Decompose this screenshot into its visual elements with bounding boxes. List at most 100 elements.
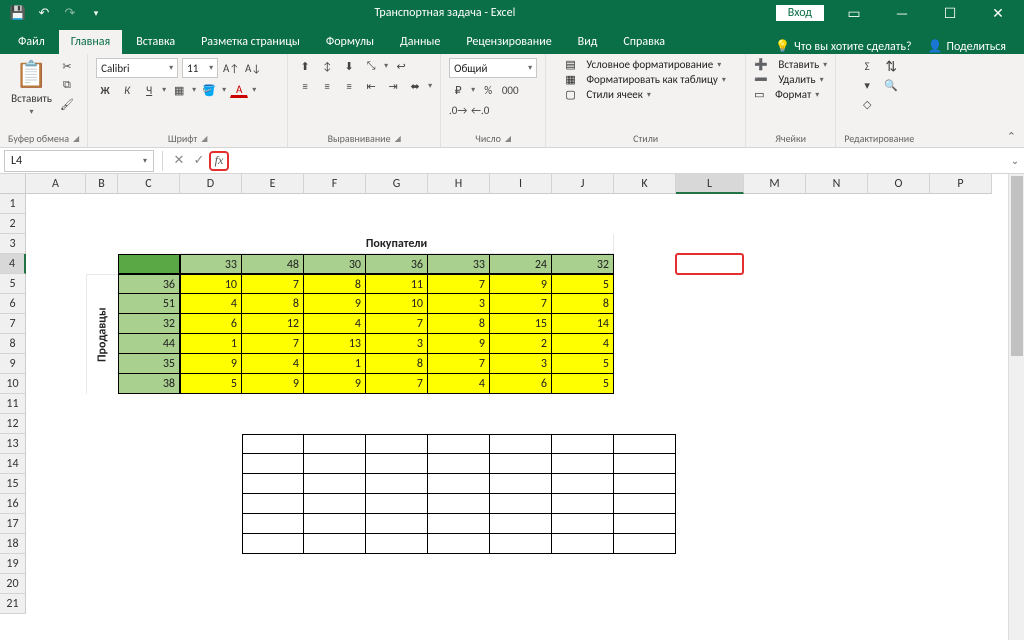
row-header[interactable]: 11 [0,394,26,414]
sellers-label[interactable]: Продавцы [86,274,118,394]
cell[interactable] [428,454,490,474]
ribbon-mode-icon[interactable]: ▭ [836,5,872,22]
row-header[interactable]: 2 [0,214,26,234]
signin-button[interactable]: Вход [776,5,824,21]
indent-decrease-icon[interactable]: ⇤ [362,78,380,94]
cell[interactable] [242,474,304,494]
column-header[interactable]: F [304,174,366,194]
cell[interactable]: 7 [490,294,552,314]
cell[interactable] [366,434,428,454]
cell[interactable]: 36 [366,254,428,274]
cell[interactable] [614,514,676,534]
row-header[interactable]: 12 [0,414,26,434]
format-painter-icon[interactable]: 🖌 [58,96,76,112]
cell[interactable]: 5 [552,354,614,374]
cell[interactable] [614,454,676,474]
expand-formula-bar-icon[interactable]: ⌄ [1006,154,1024,167]
cell[interactable] [304,534,366,554]
cell[interactable] [242,494,304,514]
cell[interactable]: 9 [180,354,242,374]
row-header[interactable]: 7 [0,314,26,334]
cell[interactable] [304,514,366,534]
underline-button[interactable]: Ч [140,82,158,98]
cell[interactable]: 24 [490,254,552,274]
wrap-text-icon[interactable]: ↩ [392,58,410,74]
cell[interactable]: 11 [366,274,428,294]
cell[interactable] [428,474,490,494]
cell[interactable]: 1 [304,354,366,374]
cell[interactable]: 5 [180,374,242,394]
cell[interactable] [366,474,428,494]
formula-input[interactable] [229,150,1006,172]
row-header[interactable]: 3 [0,234,26,254]
tab-file[interactable]: Файл [6,30,57,54]
cell[interactable]: 9 [428,334,490,354]
tell-me-search[interactable]: 💡 Что вы хотите сделать? [775,39,911,54]
align-top-icon[interactable]: ⬆ [296,58,314,74]
cell[interactable]: 9 [304,374,366,394]
column-header[interactable]: O [868,174,930,194]
cell[interactable]: 7 [242,274,304,294]
cell[interactable] [366,454,428,474]
cell[interactable] [552,514,614,534]
scrollbar-thumb[interactable] [1011,176,1023,356]
cell[interactable] [428,514,490,534]
cell[interactable] [490,514,552,534]
cut-icon[interactable]: ✂ [58,58,76,74]
cell[interactable]: 33 [180,254,242,274]
row-header[interactable]: 1 [0,194,26,214]
cell[interactable] [118,254,180,274]
cell[interactable] [490,474,552,494]
cell[interactable]: 4 [242,354,304,374]
cell[interactable] [242,514,304,534]
vertical-scrollbar[interactable] [1008,174,1024,640]
row-header[interactable]: 18 [0,534,26,554]
cell[interactable]: 30 [304,254,366,274]
italic-button[interactable]: К [118,82,136,98]
minimize-button[interactable]: — [884,5,920,22]
row-header[interactable]: 19 [0,554,26,574]
cell[interactable]: 6 [490,374,552,394]
row-header[interactable]: 21 [0,594,26,614]
format-as-table-button[interactable]: ▦ Форматировать как таблицу▾ [565,73,725,86]
tab-view[interactable]: Вид [566,30,610,54]
cell[interactable]: 3 [490,354,552,374]
cell[interactable]: 8 [304,274,366,294]
cell[interactable]: 44 [118,334,180,354]
tab-page-layout[interactable]: Разметка страницы [189,30,312,54]
dialog-launcher-icon[interactable]: ◢ [395,134,401,144]
cell[interactable]: 33 [428,254,490,274]
align-center-icon[interactable]: ≡ [318,78,336,94]
column-header[interactable]: P [930,174,992,194]
column-header[interactable]: M [744,174,806,194]
currency-icon[interactable]: ₽ [449,82,467,98]
cell[interactable]: 1 [180,334,242,354]
undo-icon[interactable]: ↶ [36,5,52,21]
copy-icon[interactable]: ⧉ [58,77,76,93]
cell[interactable]: 4 [180,294,242,314]
increase-decimal-icon[interactable]: .0→ [449,102,467,118]
cell[interactable] [614,534,676,554]
insert-cells-button[interactable]: ➕ Вставить▾ [754,58,827,71]
delete-cells-button[interactable]: ➖ Удалить▾ [754,73,823,86]
column-header[interactable]: L [676,174,744,194]
cell[interactable] [614,434,676,454]
row-header[interactable]: 14 [0,454,26,474]
column-header[interactable]: N [806,174,868,194]
cell[interactable]: 2 [490,334,552,354]
row-header[interactable]: 8 [0,334,26,354]
cell[interactable] [552,474,614,494]
row-header[interactable]: 17 [0,514,26,534]
conditional-format-button[interactable]: ▤ Условное форматирование▾ [565,58,721,71]
cell[interactable] [490,434,552,454]
clear-icon[interactable]: ◇ [858,96,876,112]
row-header[interactable]: 5 [0,274,26,294]
tab-home[interactable]: Главная [59,30,122,54]
cell[interactable]: 8 [428,314,490,334]
share-button[interactable]: 👤 Поделиться [928,39,1006,54]
cell[interactable]: 32 [118,314,180,334]
cell[interactable]: 7 [366,374,428,394]
cell[interactable]: 35 [118,354,180,374]
cell[interactable]: 3 [366,334,428,354]
cell[interactable]: 8 [366,354,428,374]
